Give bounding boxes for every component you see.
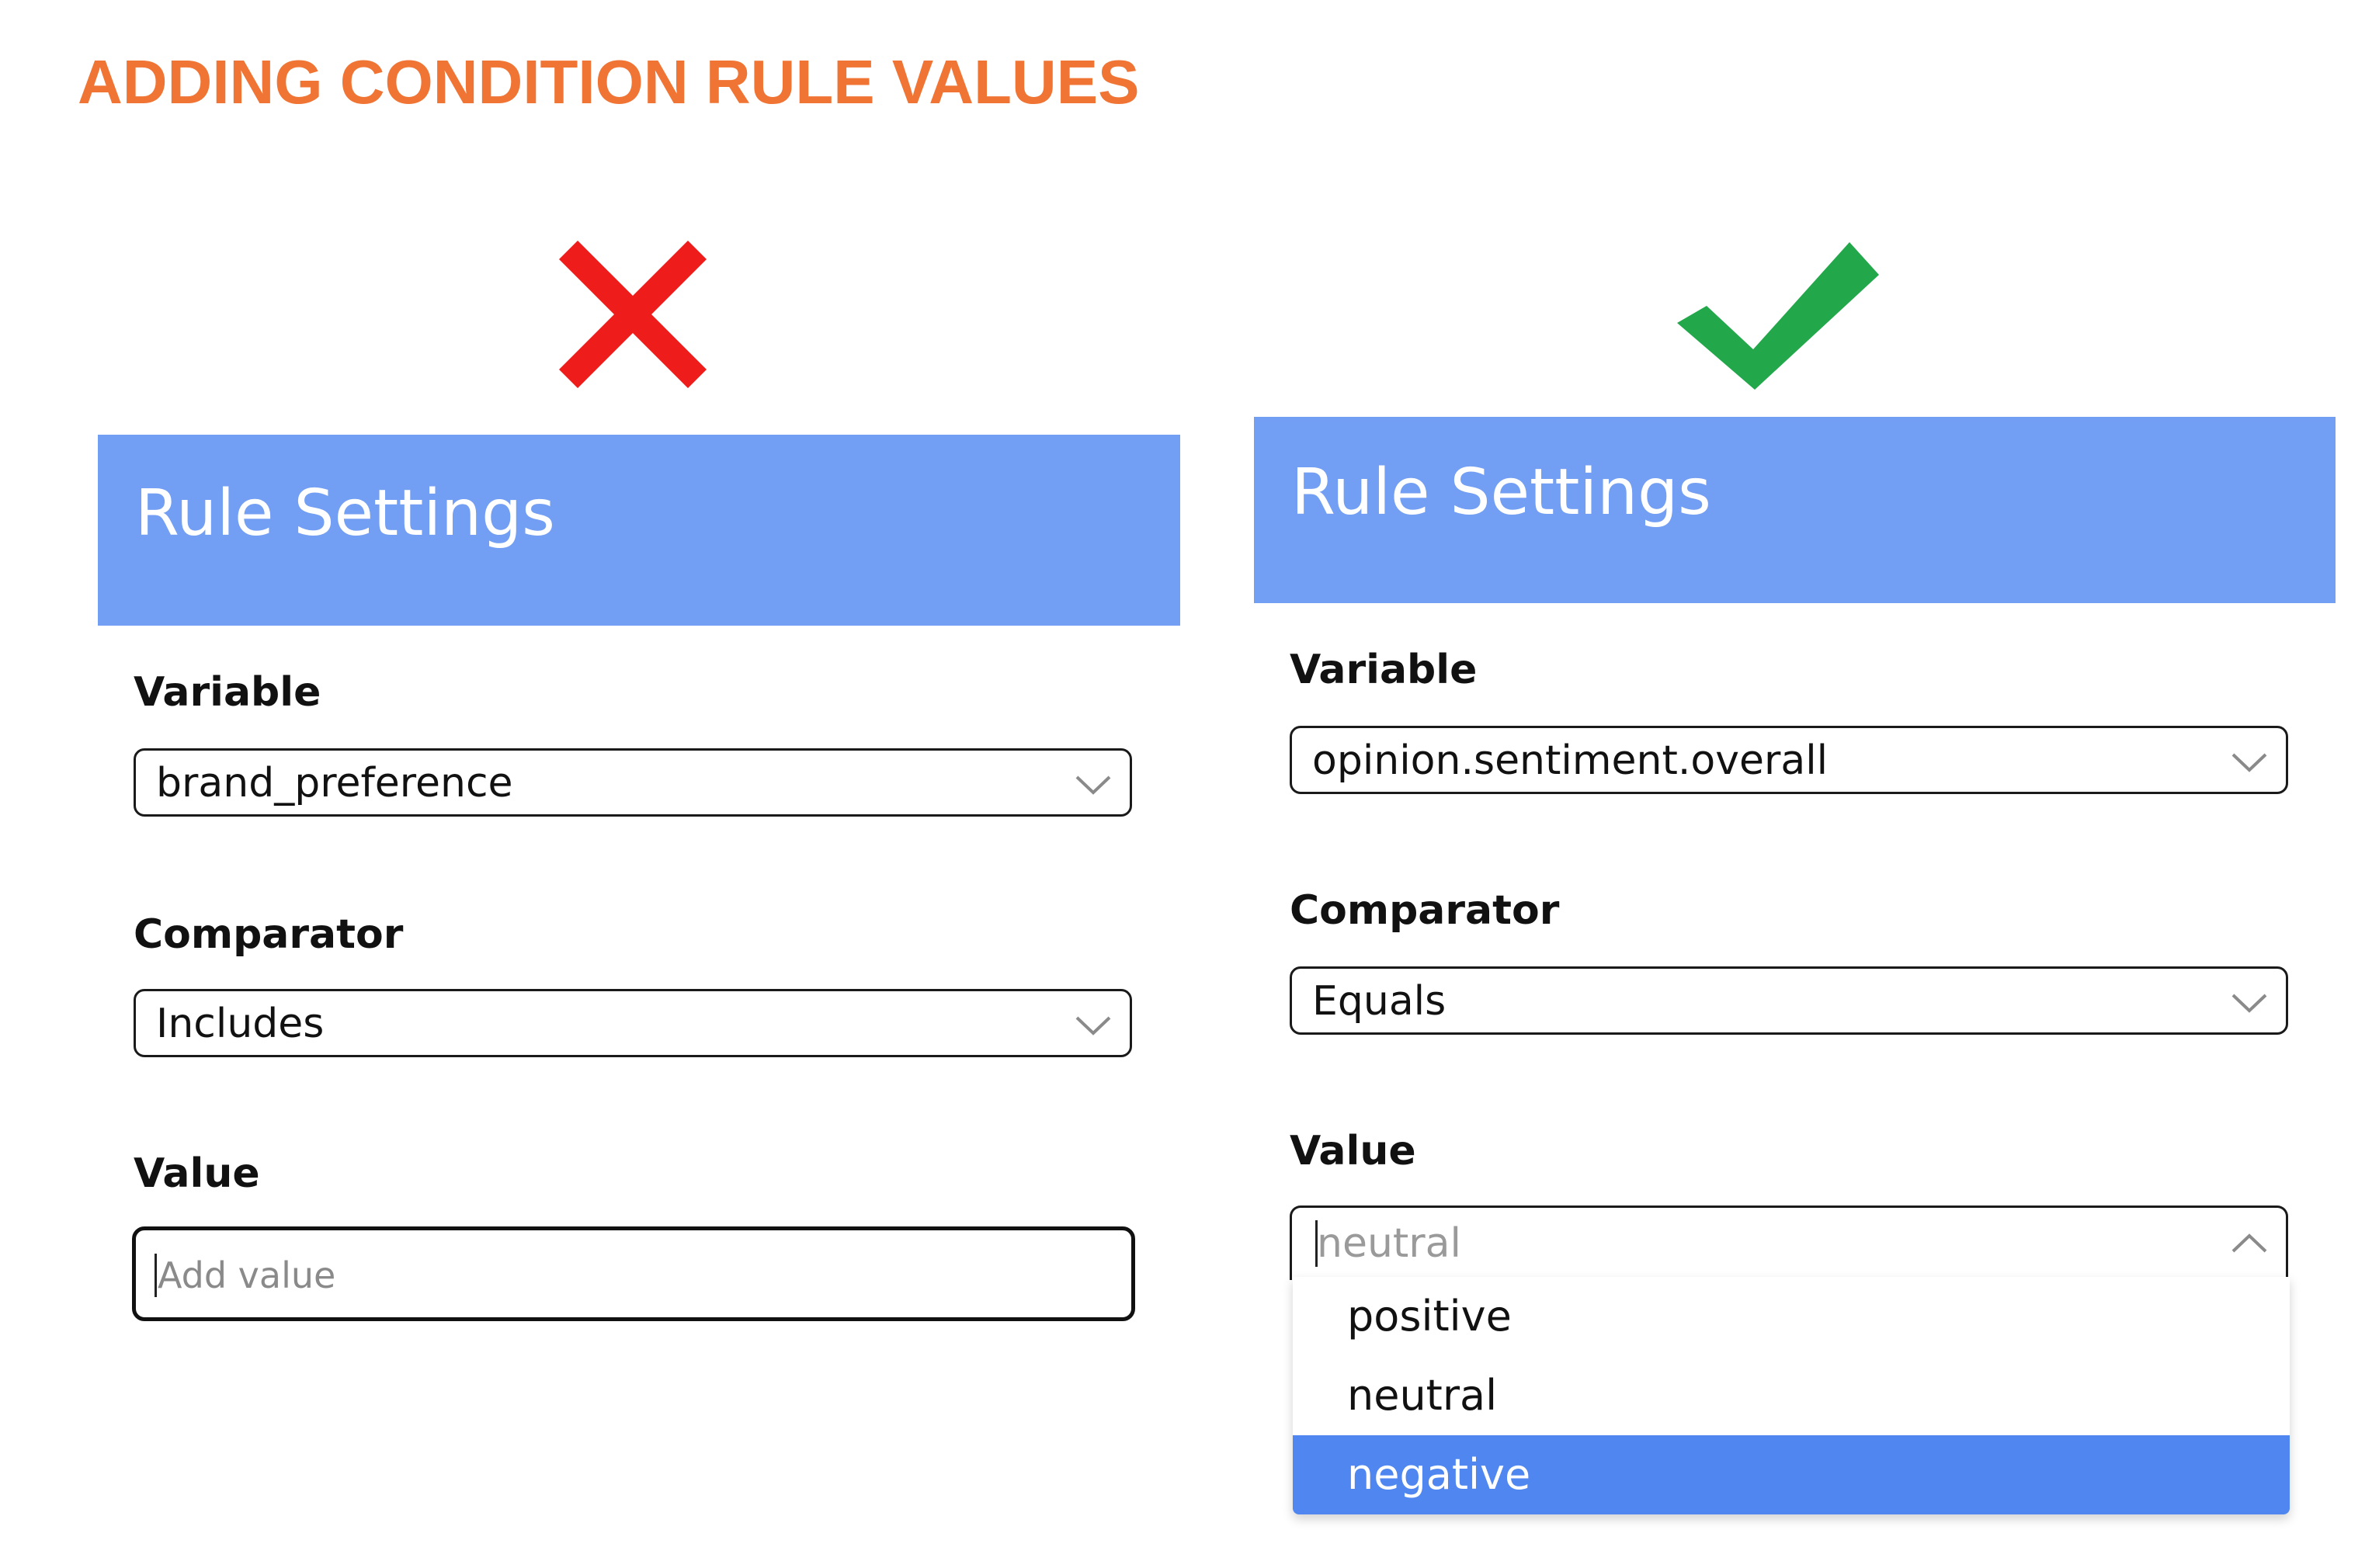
option-negative[interactable]: negative [1293,1435,2290,1514]
value-label: Value [1290,1128,1416,1174]
value-combobox[interactable]: neutral [1290,1205,2288,1280]
option-neutral[interactable]: neutral [1293,1356,2290,1435]
comparator-select-value: Equals [1312,978,1447,1025]
value-input[interactable]: Add value [132,1226,1135,1321]
chevron-down-icon [1074,771,1113,797]
variable-label: Variable [134,669,321,716]
comparator-select-value: Includes [156,1001,325,1047]
value-placeholder: neutral [1317,1220,1461,1267]
page-title: ADDING CONDITION RULE VALUES [78,47,1140,116]
chevron-down-icon [2230,989,2269,1015]
value-options-list: positive neutral negative [1293,1277,2290,1514]
comparator-select[interactable]: Includes [134,989,1132,1057]
panel-title: Rule Settings [1291,456,1711,529]
variable-select[interactable]: opinion.sentiment.overall [1290,726,2288,794]
comparator-select[interactable]: Equals [1290,966,2288,1035]
chevron-up-icon[interactable] [2230,1230,2269,1256]
comparator-label: Comparator [134,911,404,958]
value-label: Value [134,1150,260,1197]
chevron-down-icon [2230,748,2269,775]
value-placeholder: Add value [158,1254,336,1296]
cross-icon [559,241,707,388]
rule-settings-panel-incorrect: Rule Settings Variable brand_preference … [98,435,1180,1444]
rule-settings-panel-correct: Rule Settings Variable opinion.sentiment… [1254,417,2336,1519]
panel-title: Rule Settings [135,477,555,550]
check-icon [1677,236,1879,391]
variable-select-value: brand_preference [156,760,513,807]
chevron-down-icon [1074,1011,1113,1038]
option-positive[interactable]: positive [1293,1277,2290,1356]
text-caret [155,1254,157,1297]
variable-label: Variable [1290,647,1478,693]
panel-header: Rule Settings [1254,417,2336,603]
panel-header: Rule Settings [98,435,1180,626]
variable-select[interactable]: brand_preference [134,748,1132,817]
variable-select-value: opinion.sentiment.overall [1312,737,1829,784]
comparator-label: Comparator [1290,887,1560,934]
